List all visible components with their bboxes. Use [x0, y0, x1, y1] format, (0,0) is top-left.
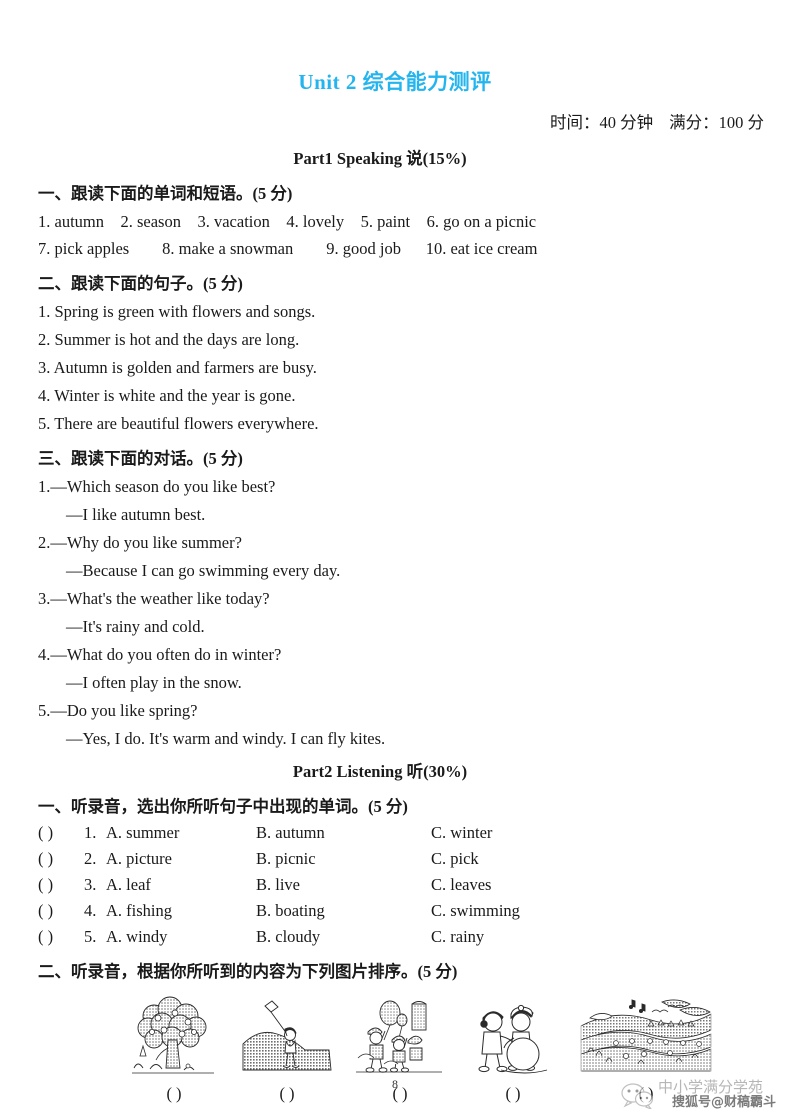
dialogue-answer: —It's rainy and cold. [66, 617, 205, 636]
speaking-sentence: 3. Autumn is golden and farmers are busy… [38, 358, 317, 377]
question-number: 5. [84, 927, 97, 946]
option-c[interactable]: C. swimming [431, 901, 520, 921]
listening-choice-row[interactable]: ( ) 1. A. summer B. autumn C. winter [0, 817, 790, 843]
dialogue-answer: —Yes, I do. It's warm and windy. I can f… [66, 729, 386, 748]
page-title-en: Unit 2 [298, 70, 363, 94]
listening-choice-row[interactable]: ( ) 4. A. fishing B. boating C. swimming [0, 895, 790, 921]
option-b[interactable]: B. autumn [256, 823, 431, 843]
dialogue-question: 2.—Why do you like summer? [38, 533, 242, 552]
option-b[interactable]: B. picnic [256, 849, 431, 869]
speaking-sentence: 4. Winter is white and the year is gone. [38, 386, 296, 405]
listening-section-2-heading: 二、听录音，根据你所听到的内容为下列图片排序。(5 分) [38, 962, 458, 981]
speaking-sentence: 1. Spring is green with flowers and song… [38, 302, 316, 321]
total-score: 满分：100 分 [669, 113, 764, 132]
speaking-sentence: 5. There are beautiful flowers everywher… [38, 414, 319, 433]
time-limit: 时间：40 分钟 [550, 113, 654, 132]
option-c[interactable]: C. pick [431, 849, 479, 869]
part2-heading: Part2 Listening 听(30%) [292, 762, 468, 781]
dialogue-question: 5.—Do you like spring? [38, 701, 198, 720]
page-number: 8 [392, 1077, 398, 1091]
speaking-section-3-heading: 三、跟读下面的对话。(5 分) [38, 449, 243, 468]
option-a[interactable]: A. fishing [106, 901, 256, 921]
answer-bracket[interactable]: ( ) [38, 849, 84, 869]
page-title-cn: 综合能力测评 [362, 70, 492, 94]
answer-bracket[interactable]: ( ) [38, 901, 84, 921]
option-a[interactable]: A. leaf [106, 875, 256, 895]
question-number: 1. [84, 823, 97, 842]
part1-heading: Part1 Speaking 说(15%) [293, 149, 467, 168]
option-b[interactable]: B. cloudy [256, 927, 431, 947]
dialogue-answer: —I like autumn best. [66, 505, 206, 524]
answer-bracket[interactable]: ( ) [38, 927, 84, 947]
answer-bracket[interactable]: ( ) [38, 823, 84, 843]
apple-tree-picking-icon [132, 996, 214, 1074]
option-c[interactable]: C. rainy [431, 927, 484, 947]
dialogue-question: 3.—What's the weather like today? [38, 589, 270, 608]
answer-bracket[interactable]: ( ) [38, 875, 84, 895]
question-number: 3. [84, 875, 97, 894]
option-c[interactable]: C. winter [431, 823, 492, 843]
listening-choice-row[interactable]: ( ) 3. A. leaf B. live C. leaves [0, 869, 790, 895]
speaking-sentence: 2. Summer is hot and the days are long. [38, 330, 300, 349]
option-a[interactable]: A. windy [106, 927, 256, 947]
option-a[interactable]: A. summer [106, 823, 256, 843]
spring-field-landscape-icon [580, 996, 712, 1074]
speaking-words-line-1: 1. autumn 2. season 3. vacation 4. lovel… [38, 212, 537, 231]
dialogue-question: 1.—Which season do you like best? [38, 477, 276, 496]
children-with-balloons-icon [356, 1000, 442, 1073]
dialogue-answer: —Because I can go swimming every day. [66, 561, 341, 580]
question-number: 2. [84, 849, 97, 868]
speaking-words-line-2: 7. pick apples 8. make a snowman 9. good… [38, 239, 538, 258]
option-b[interactable]: B. live [256, 875, 431, 895]
children-making-snowman-icon [478, 1004, 548, 1074]
listening-choice-row[interactable]: ( ) 5. A. windy B. cloudy C. rainy [0, 921, 790, 947]
dialogue-answer: —I often play in the snow. [66, 673, 242, 692]
speaking-section-2-heading: 二、跟读下面的句子。(5 分) [38, 274, 243, 293]
listening-section-1-heading: 一、听录音，选出你所听句子中出现的单词。(5 分) [38, 797, 408, 816]
exam-page: Unit 2 综合能力测评 时间：40 分钟 满分：100 分 Part1 Spe… [0, 0, 790, 1118]
option-c[interactable]: C. leaves [431, 875, 491, 895]
dialogue-question: 4.—What do you often do in winter? [38, 645, 282, 664]
question-number: 4. [84, 901, 97, 920]
option-a[interactable]: A. picture [106, 849, 256, 869]
page-title: Unit 2 综合能力测评 [0, 0, 790, 96]
option-b[interactable]: B. boating [256, 901, 431, 921]
listening-choice-row[interactable]: ( ) 2. A. picture B. picnic C. pick [0, 843, 790, 869]
kite-flying-on-hill-icon [242, 1000, 332, 1071]
speaking-section-1-heading: 一、跟读下面的单词和短语。(5 分) [38, 184, 293, 203]
exam-meta: 时间：40 分钟 满分：100 分 [0, 96, 790, 133]
